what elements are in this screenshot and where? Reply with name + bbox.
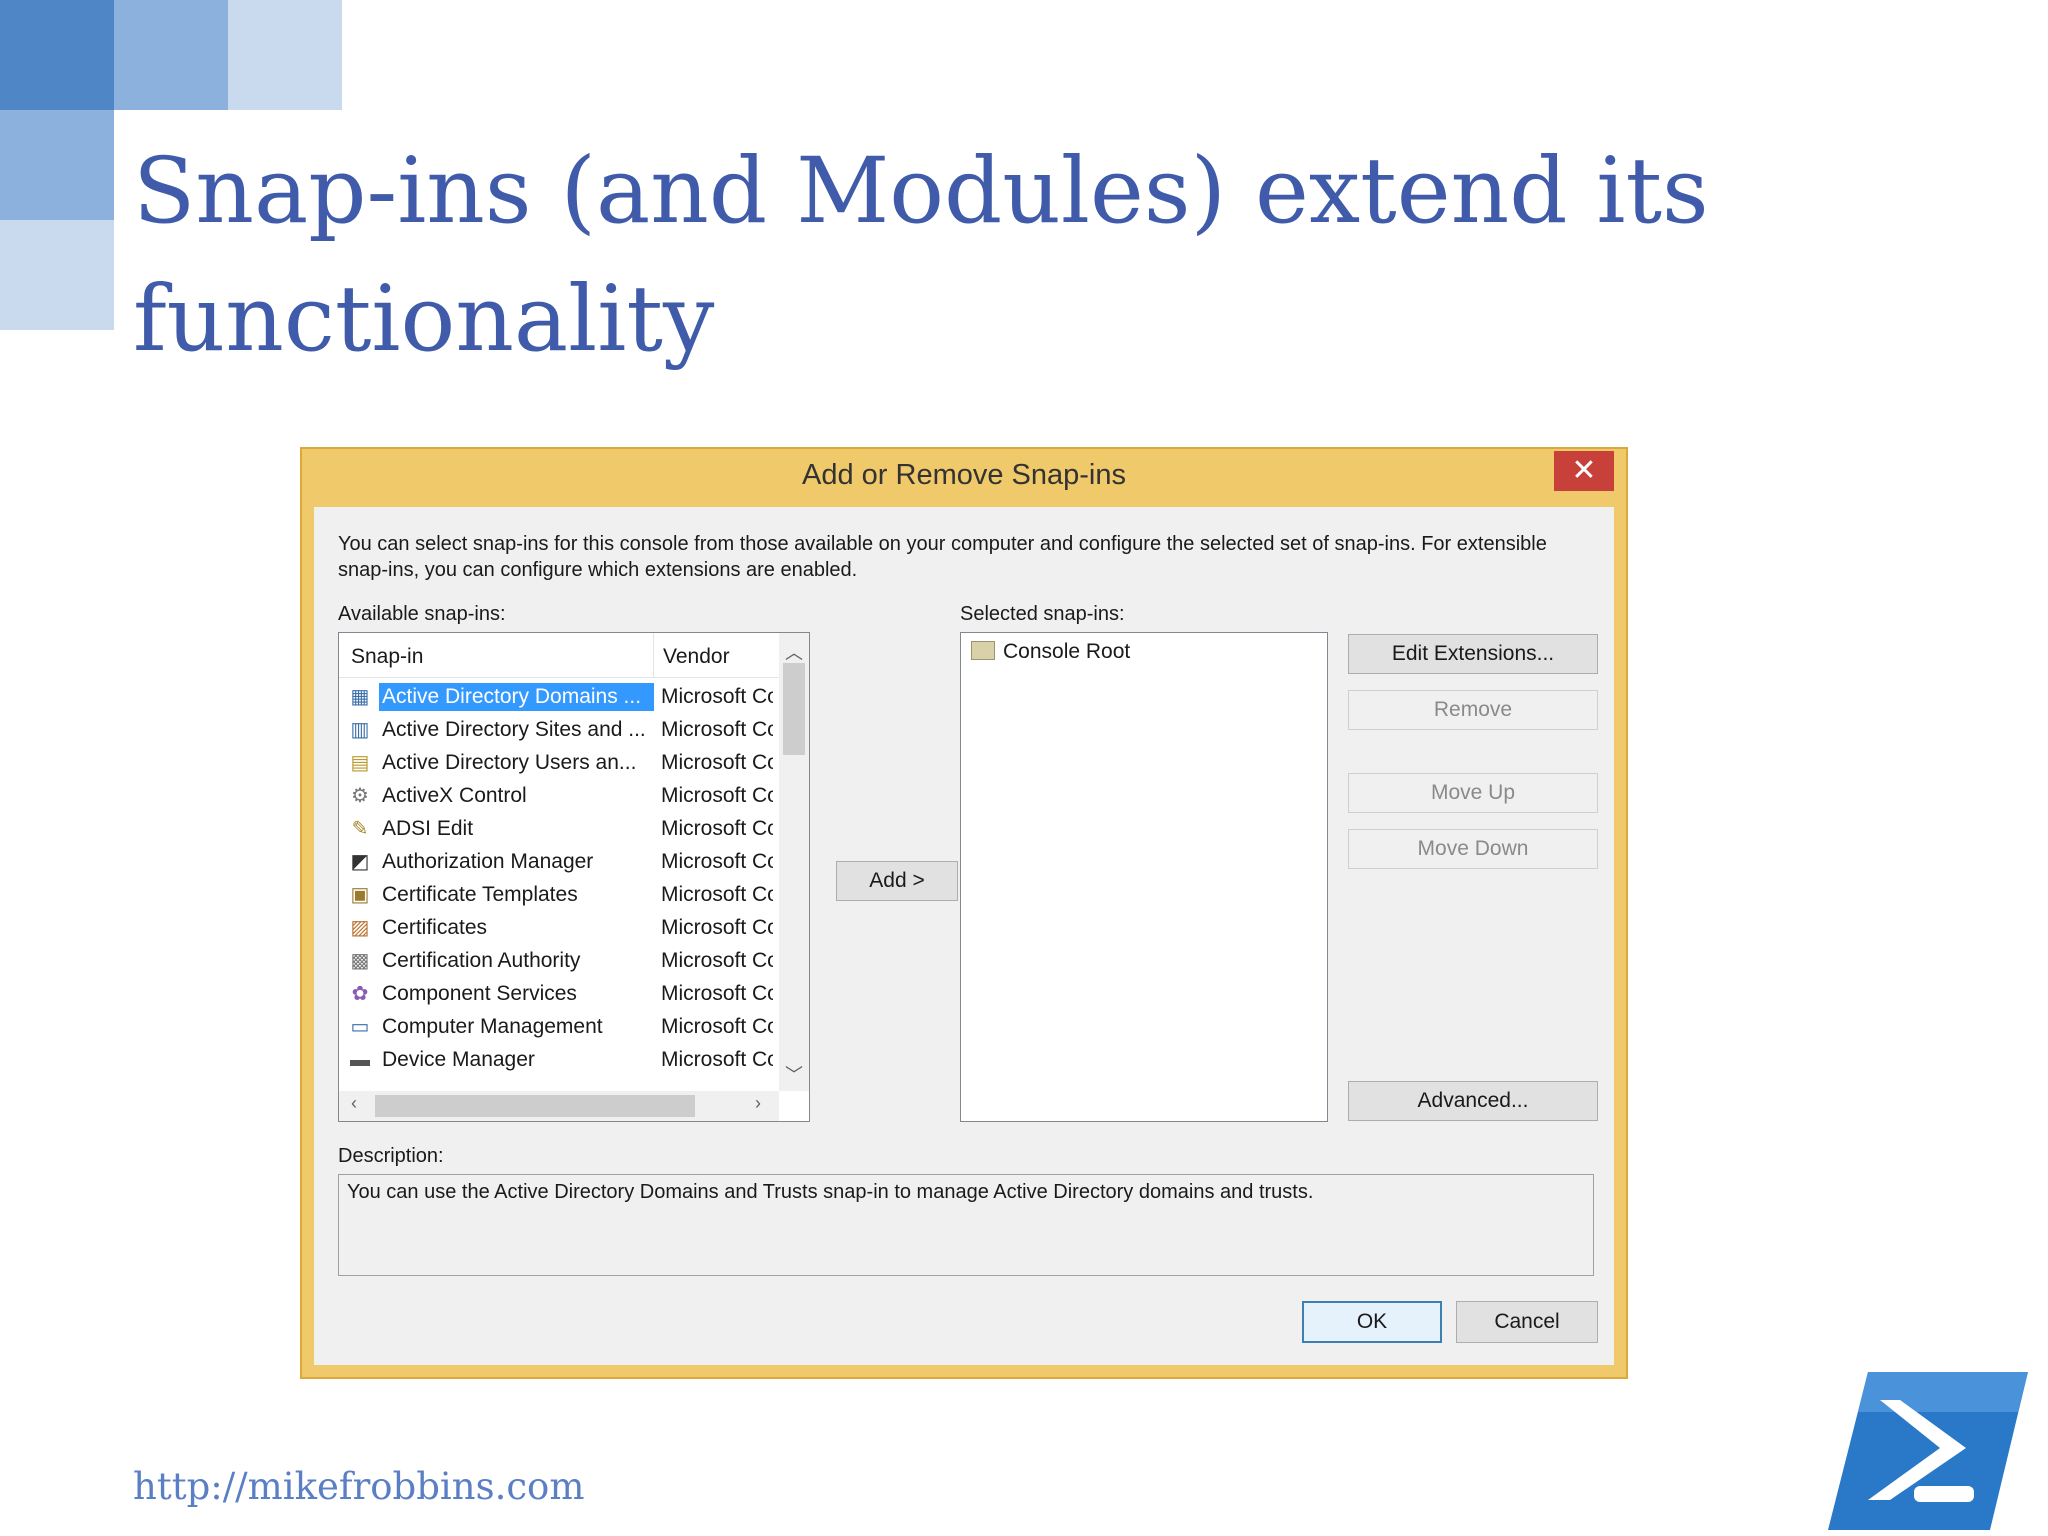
- cancel-button[interactable]: Cancel: [1456, 1301, 1598, 1343]
- snapin-vendor: Microsoft Co: [661, 817, 773, 840]
- deco-square-dark: [0, 0, 114, 110]
- deco-square-light: [228, 0, 342, 110]
- scroll-down-icon[interactable]: ﹀: [779, 1061, 809, 1087]
- snapin-vendor: Microsoft Co: [661, 751, 773, 774]
- snapin-row[interactable]: ▥ Active Directory Sites and ... Microsoft…: [339, 714, 779, 747]
- add-button[interactable]: Add >: [836, 861, 958, 901]
- snapin-row[interactable]: ✿ Component Services Microsoft Co: [339, 978, 779, 1011]
- computer-icon: ▭: [350, 1016, 370, 1038]
- device-icon: ▬: [350, 1049, 370, 1071]
- activex-icon: ⚙: [351, 785, 369, 807]
- powershell-logo: [1828, 1372, 2028, 1530]
- sites-icon: ▥: [350, 719, 370, 741]
- snapin-name: Authorization Manager: [382, 850, 594, 873]
- folder-icon: [971, 640, 995, 660]
- deco-square-light2: [0, 220, 114, 330]
- snapin-vendor: Microsoft Co: [661, 685, 773, 708]
- snapin-vendor: Microsoft Co: [661, 1015, 773, 1038]
- column-header-snapin[interactable]: Snap-in: [351, 645, 423, 669]
- description-box: You can use the Active Directory Domains…: [338, 1174, 1594, 1276]
- available-label: Available snap-ins:: [338, 603, 506, 625]
- snapin-vendor: Microsoft Co: [661, 850, 773, 873]
- snapin-row[interactable]: ▩ Certification Authority Microsoft Co: [339, 945, 779, 978]
- certificate-icon: ▨: [350, 917, 370, 939]
- snapin-row[interactable]: ▬ Device Manager Microsoft Co: [339, 1044, 779, 1077]
- ca-icon: ▩: [350, 950, 370, 972]
- close-button[interactable]: ✕: [1554, 451, 1614, 491]
- snapin-row[interactable]: ◩ Authorization Manager Microsoft Co: [339, 846, 779, 879]
- snapin-name: ActiveX Control: [382, 784, 527, 807]
- snapin-row[interactable]: ▨ Certificates Microsoft Co: [339, 912, 779, 945]
- snapin-vendor: Microsoft Co: [661, 784, 773, 807]
- horizontal-scrollbar[interactable]: ‹ ›: [339, 1091, 779, 1121]
- snapin-rows: ▦ Active Directory Domains ... Microsoft C…: [339, 681, 779, 1091]
- snapin-name: ADSI Edit: [382, 817, 474, 840]
- cert-template-icon: ▣: [350, 884, 370, 906]
- snapin-name: Active Directory Users an...: [382, 751, 637, 774]
- snapin-row[interactable]: ✎ ADSI Edit Microsoft Co: [339, 813, 779, 846]
- description-text: You can use the Active Directory Domains…: [347, 1181, 1314, 1203]
- snapin-name: Certification Authority: [382, 949, 581, 972]
- snapin-name: Computer Management: [382, 1015, 603, 1038]
- horizontal-scroll-thumb[interactable]: [375, 1095, 695, 1117]
- edit-icon: ✎: [351, 818, 369, 840]
- snapin-row[interactable]: ▦ Active Directory Domains ... Microsoft C…: [339, 681, 779, 714]
- column-separator: [653, 633, 654, 677]
- users-icon: ▤: [350, 752, 370, 774]
- snapin-row[interactable]: ▭ Computer Management Microsoft Co: [339, 1011, 779, 1044]
- snapin-vendor: Microsoft Co: [661, 1048, 773, 1071]
- snapin-name: Active Directory Domains ...: [379, 683, 654, 711]
- advanced-button[interactable]: Advanced...: [1348, 1081, 1598, 1121]
- component-icon: ✿: [351, 983, 369, 1005]
- console-root-label: Console Root: [1003, 640, 1131, 663]
- snapin-vendor: Microsoft Co: [661, 883, 773, 906]
- add-remove-snapins-dialog: Add or Remove Snap-ins ✕ You can select …: [300, 447, 1628, 1379]
- deco-square-mid: [114, 0, 228, 110]
- snapin-vendor: Microsoft Co: [661, 949, 773, 972]
- footer-url[interactable]: http://mikefrobbins.com: [133, 1465, 584, 1508]
- selected-label: Selected snap-ins:: [960, 603, 1125, 625]
- selected-snapins-list[interactable]: Console Root: [960, 632, 1328, 1122]
- snapin-row[interactable]: ⚙ ActiveX Control Microsoft Co: [339, 780, 779, 813]
- scroll-left-icon[interactable]: ‹: [339, 1093, 369, 1114]
- deco-square-mid2: [0, 110, 114, 220]
- console-root-item[interactable]: Console Root: [971, 637, 1130, 667]
- snapin-vendor: Microsoft Co: [661, 982, 773, 1005]
- snapin-vendor: Microsoft Co: [661, 916, 773, 939]
- snapin-name: Active Directory Sites and ...: [382, 718, 646, 741]
- description-label: Description:: [338, 1145, 444, 1167]
- move-down-button[interactable]: Move Down: [1348, 829, 1598, 869]
- intro-text: You can select snap-ins for this console…: [338, 533, 1547, 581]
- auth-icon: ◩: [350, 851, 370, 873]
- edit-extensions-button[interactable]: Edit Extensions...: [1348, 634, 1598, 674]
- snapin-vendor: Microsoft Co: [661, 718, 773, 741]
- ok-button[interactable]: OK: [1302, 1301, 1442, 1343]
- vertical-scrollbar[interactable]: ︿ ﹀: [779, 633, 809, 1091]
- move-up-button[interactable]: Move Up: [1348, 773, 1598, 813]
- snapin-row[interactable]: ▣ Certificate Templates Microsoft Co: [339, 879, 779, 912]
- dialog-client: You can select snap-ins for this console…: [314, 507, 1614, 1365]
- remove-button[interactable]: Remove: [1348, 690, 1598, 730]
- available-snapins-list[interactable]: Snap-in Vendor ▦ Active Directory Domains…: [338, 632, 810, 1122]
- snapin-name: Certificate Templates: [382, 883, 578, 906]
- scroll-up-icon[interactable]: ︿: [779, 639, 809, 665]
- slide-title: Snap-ins (and Modules) extend its functi…: [133, 139, 1709, 372]
- dialog-title: Add or Remove Snap-ins: [802, 459, 1126, 491]
- domains-icon: ▦: [350, 686, 370, 708]
- snapin-name: Device Manager: [382, 1048, 535, 1071]
- snapin-row[interactable]: ▤ Active Directory Users an... Microsoft C…: [339, 747, 779, 780]
- scroll-right-icon[interactable]: ›: [743, 1093, 773, 1114]
- snapin-name: Certificates: [382, 916, 488, 939]
- close-icon: ✕: [1571, 454, 1597, 487]
- list-header: Snap-in Vendor: [339, 633, 779, 678]
- column-header-vendor[interactable]: Vendor: [663, 645, 730, 669]
- snapin-name: Component Services: [382, 982, 577, 1005]
- vertical-scroll-thumb[interactable]: [783, 663, 805, 755]
